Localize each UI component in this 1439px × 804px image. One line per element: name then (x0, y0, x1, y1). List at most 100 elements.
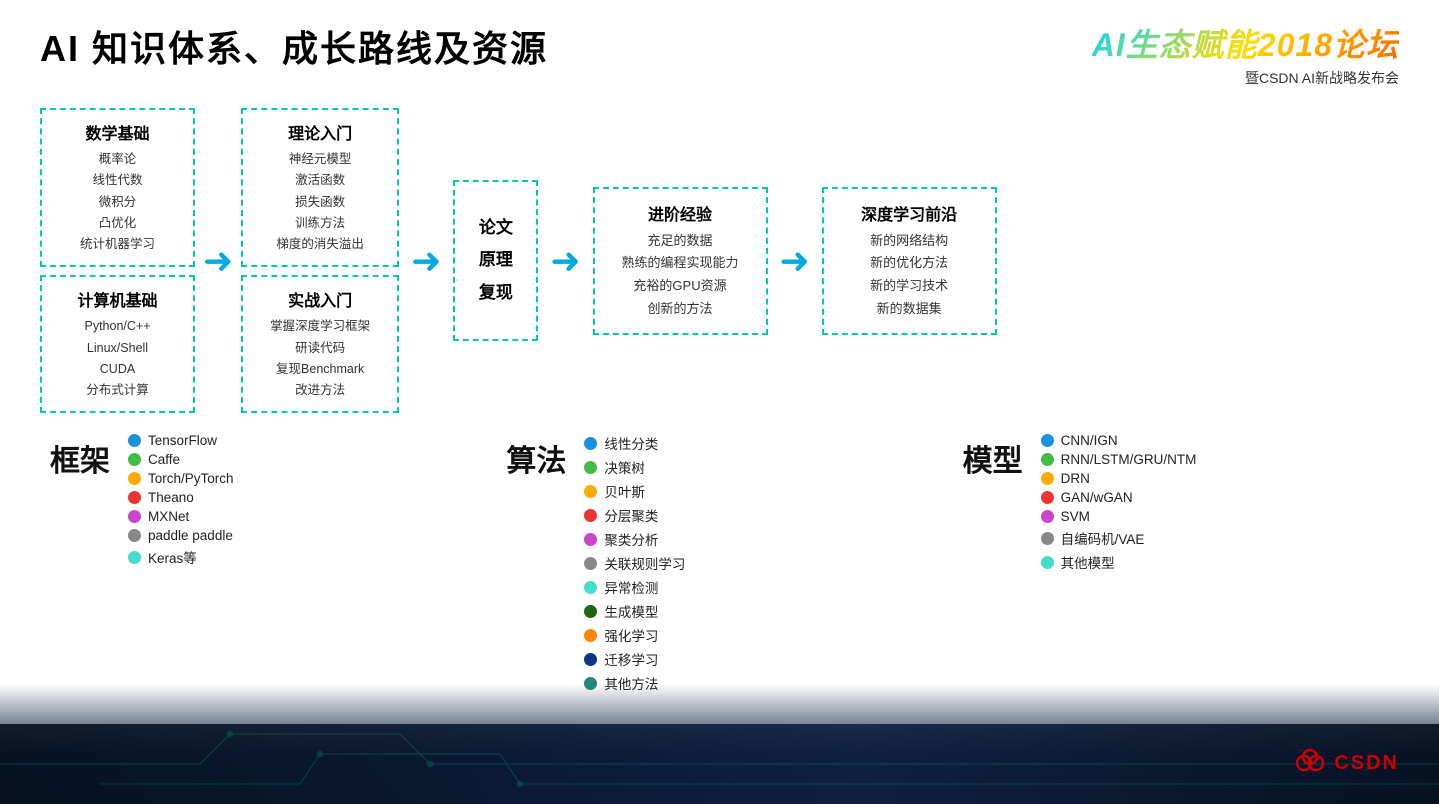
legend-item: 关联规则学习 (584, 553, 685, 573)
advanced-title: 进阶经验 (610, 201, 751, 225)
frameworks-list: TensorFlow Caffe Torch/PyTorch Theano MX… (128, 433, 234, 571)
legend-label: 其他方法 (604, 673, 658, 693)
logo-area: AI生态赋能2018论坛 暨CSDN AI新战略发布会 (1092, 20, 1399, 88)
practice-items: 掌握深度学习框架研读代码复现Benchmark改进方法 (258, 316, 382, 401)
legend-item: Keras等 (128, 547, 234, 567)
arrow-4: ➜ (768, 108, 822, 413)
full-layout: 数学基础 概率论线性代数微积分凸优化统计机器学习 计算机基础 Python/C+… (40, 108, 1399, 797)
theory-col: 理论入门 神经元模型激活函数损失函数训练方法梯度的消失溢出 实战入门 掌握深度学… (241, 108, 399, 413)
legend-label: 自编码机/VAE (1061, 528, 1145, 548)
legend-item: paddle paddle (128, 528, 234, 543)
legend-label: Theano (148, 490, 194, 505)
legend-label: TensorFlow (148, 433, 217, 448)
legend-item: 聚类分析 (584, 529, 685, 549)
arrow-symbol-2: ➜ (411, 243, 441, 279)
legend-item: 强化学习 (584, 625, 685, 645)
legend-item: GAN/wGAN (1041, 490, 1197, 505)
box-math: 数学基础 概率论线性代数微积分凸优化统计机器学习 (40, 108, 195, 267)
legend-label: Torch/PyTorch (148, 471, 234, 486)
legend-item: CNN/IGN (1041, 433, 1197, 448)
deep-items: 新的网络结构新的优化方法新的学习技术新的数据集 (839, 230, 980, 321)
arrow-symbol-1: ➜ (203, 243, 233, 279)
legend-label: 线性分类 (604, 433, 658, 453)
legend-label: 决策树 (604, 457, 645, 477)
legend-item: 决策树 (584, 457, 685, 477)
theory-items: 神经元模型激活函数损失函数训练方法梯度的消失溢出 (258, 149, 382, 255)
advanced-items: 充足的数据熟练的编程实现能力充裕的GPU资源创新的方法 (610, 230, 751, 321)
legend-label: RNN/LSTM/GRU/NTM (1061, 452, 1197, 467)
logo-sub: 暨CSDN AI新战略发布会 (1092, 68, 1399, 88)
bottom-legends: 框架 TensorFlow Caffe Torch/PyTorch Theano… (40, 428, 1399, 697)
math-items: 概率论线性代数微积分凸优化统计机器学习 (57, 149, 178, 255)
algorithms-list: 线性分类 决策树 贝叶斯 分层聚类 聚类分析 关联规则学习 异常检测 (584, 433, 685, 697)
logo-main: AI生态赋能2018论坛 (1092, 20, 1399, 66)
box-computer: 计算机基础 Python/C++Linux/ShellCUDA分布式计算 (40, 275, 195, 413)
advanced-col: 进阶经验 充足的数据熟练的编程实现能力充裕的GPU资源创新的方法 (593, 108, 768, 413)
legend-item: 其他模型 (1041, 552, 1197, 572)
legend-item: Theano (128, 490, 234, 505)
legend-label: 异常检测 (604, 577, 658, 597)
legend-item: 线性分类 (584, 433, 685, 453)
legend-label: Keras等 (148, 547, 197, 567)
deep-box: 深度学习前沿 新的网络结构新的优化方法新的学习技术新的数据集 (822, 187, 997, 335)
top-diagram: 数学基础 概率论线性代数微积分凸优化统计机器学习 计算机基础 Python/C+… (40, 108, 1399, 413)
legend-item: MXNet (128, 509, 234, 524)
legend-label: GAN/wGAN (1061, 490, 1133, 505)
csdn-text: CSDN (1334, 752, 1399, 775)
frameworks-title: 框架 (50, 433, 110, 480)
legend-dot (584, 437, 597, 450)
frameworks-legend: 框架 TensorFlow Caffe Torch/PyTorch Theano… (40, 433, 486, 571)
legend-dot (128, 472, 141, 485)
legend-item: 自编码机/VAE (1041, 528, 1197, 548)
legend-label: DRN (1061, 471, 1090, 486)
csdn-logo: CSDN (1294, 747, 1399, 779)
box-theory: 理论入门 神经元模型激活函数损失函数训练方法梯度的消失溢出 (241, 108, 399, 267)
legend-label: 贝叶斯 (604, 481, 645, 501)
legend-label: 聚类分析 (604, 529, 658, 549)
csdn-icon (1294, 747, 1326, 779)
legend-item: SVM (1041, 509, 1197, 524)
paper-box: 论文原理复现 (453, 180, 538, 341)
legend-dot (128, 510, 141, 523)
deep-title: 深度学习前沿 (839, 201, 980, 225)
arrow-2: ➜ (399, 108, 453, 413)
legend-dot (1041, 510, 1054, 523)
legend-dot (128, 529, 141, 542)
legend-dot (1041, 472, 1054, 485)
legend-item: 其他方法 (584, 673, 685, 693)
legend-dot (1041, 434, 1054, 447)
computer-title: 计算机基础 (57, 287, 178, 311)
legend-label: 生成模型 (604, 601, 658, 621)
left-col: 数学基础 概率论线性代数微积分凸优化统计机器学习 计算机基础 Python/C+… (40, 108, 195, 413)
legend-item: 贝叶斯 (584, 481, 685, 501)
arrow-1: ➜ (195, 108, 241, 413)
legend-dot (584, 653, 597, 666)
legend-item: TensorFlow (128, 433, 234, 448)
legend-dot (584, 461, 597, 474)
legend-dot (584, 677, 597, 690)
legend-dot (1041, 556, 1054, 569)
legend-dot (1041, 453, 1054, 466)
legend-label: SVM (1061, 509, 1090, 524)
legend-item: Torch/PyTorch (128, 471, 234, 486)
legend-label: Caffe (148, 452, 180, 467)
legend-label: MXNet (148, 509, 189, 524)
legend-dot (584, 509, 597, 522)
legend-dot (128, 491, 141, 504)
models-list: CNN/IGN RNN/LSTM/GRU/NTM DRN GAN/wGAN SV… (1041, 433, 1197, 576)
legend-item: DRN (1041, 471, 1197, 486)
deep-col: 深度学习前沿 新的网络结构新的优化方法新的学习技术新的数据集 (822, 108, 997, 413)
legend-label: 分层聚类 (604, 505, 658, 525)
computer-items: Python/C++Linux/ShellCUDA分布式计算 (57, 316, 178, 401)
legend-dot (1041, 532, 1054, 545)
legend-label: paddle paddle (148, 528, 233, 543)
advanced-box: 进阶经验 充足的数据熟练的编程实现能力充裕的GPU资源创新的方法 (593, 187, 768, 335)
legend-item: 分层聚类 (584, 505, 685, 525)
main-container: AI 知识体系、成长路线及资源 AI生态赋能2018论坛 暨CSDN AI新战略… (0, 0, 1439, 804)
legend-dot (584, 557, 597, 570)
practice-title: 实战入门 (258, 287, 382, 311)
legend-label: 关联规则学习 (604, 553, 685, 573)
arrow-symbol-4: ➜ (780, 243, 810, 279)
theory-title: 理论入门 (258, 120, 382, 144)
algorithms-legend: 算法 线性分类 决策树 贝叶斯 分层聚类 聚类分析 关联规则学习 (486, 433, 942, 697)
